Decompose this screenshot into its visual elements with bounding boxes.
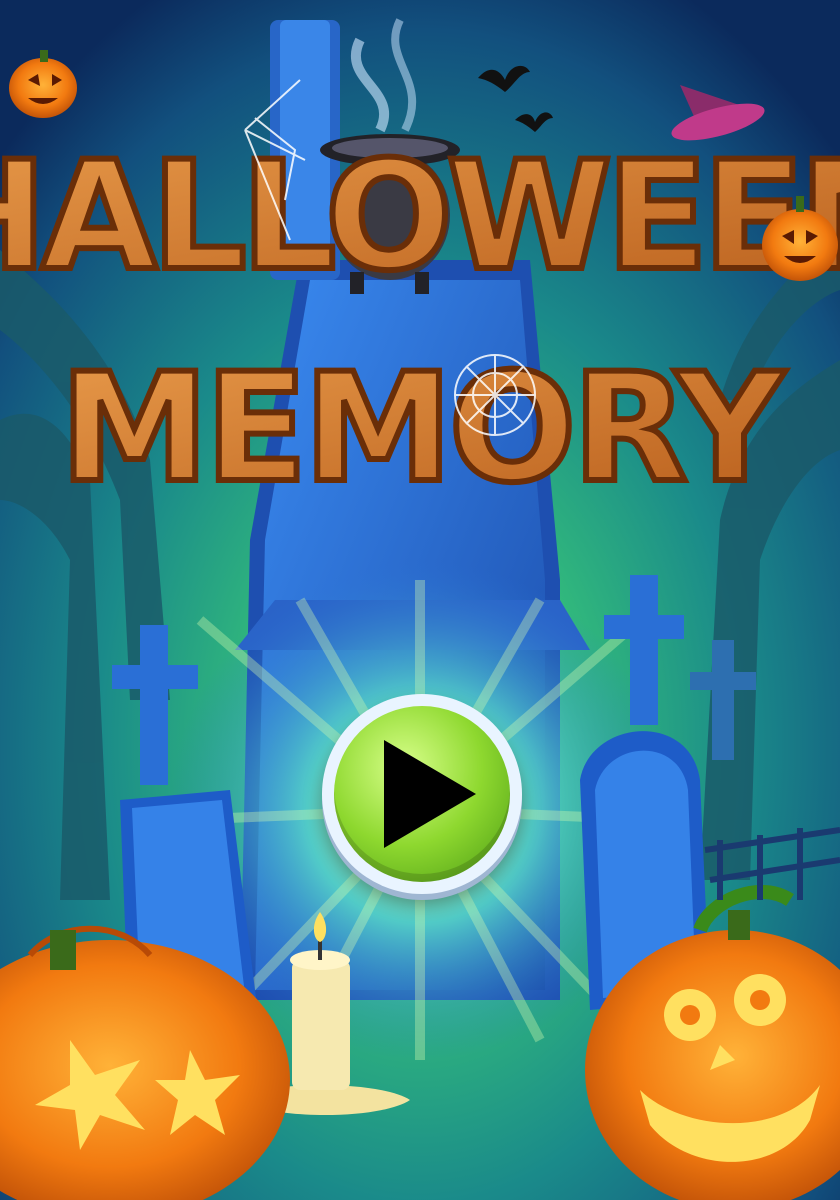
scene: HALLOWEEN MEMORY: [0, 0, 840, 1200]
title-line-1: HALLOWEEN: [0, 130, 840, 304]
play-button[interactable]: Play: [322, 694, 522, 894]
title-line-2: MEMORY: [60, 342, 787, 516]
title-screen: HALLOWEEN MEMORY: [0, 0, 840, 1200]
play-icon: [384, 740, 476, 848]
